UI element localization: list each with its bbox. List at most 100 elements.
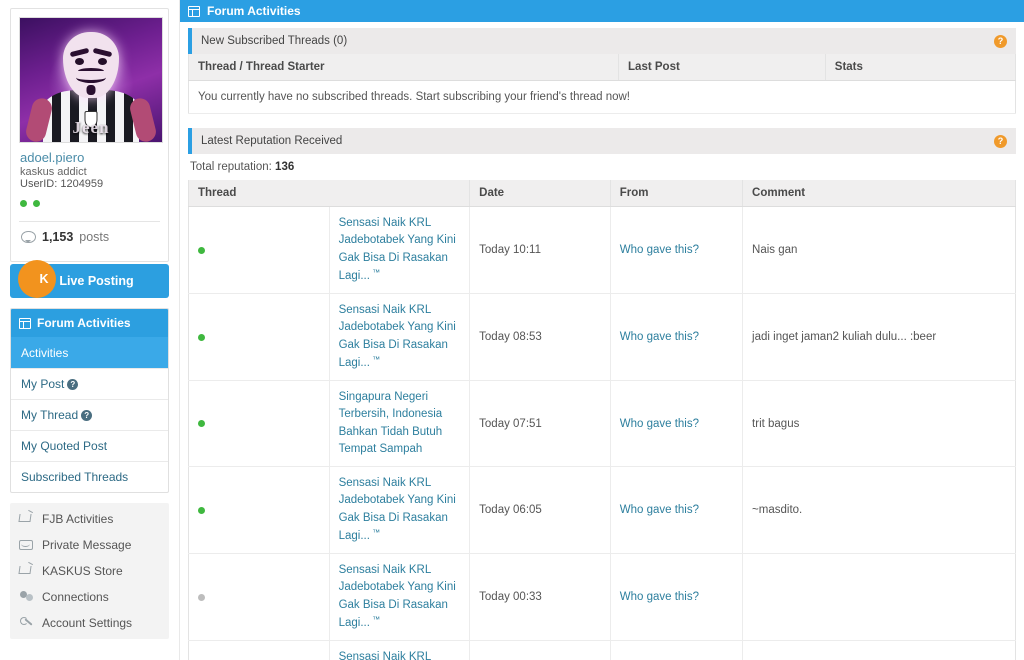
- nav-header-forum-activities[interactable]: Forum Activities: [11, 309, 168, 337]
- profile-title: kaskus addict: [20, 166, 87, 178]
- thread-link[interactable]: Sensasi Naik KRL Jadebotabek Yang Kini G…: [339, 215, 461, 285]
- main-header: Forum Activities: [180, 0, 1024, 22]
- live-posting-button[interactable]: K Live Posting: [10, 262, 169, 298]
- trademark-glyph: ™: [369, 527, 381, 537]
- help-icon[interactable]: ?: [994, 134, 1007, 148]
- status-dot: [198, 333, 205, 341]
- reputation-header: Latest Reputation Received ?: [188, 128, 1016, 154]
- status-dot-cell: [188, 553, 330, 641]
- status-dot-cell: [188, 380, 330, 467]
- empty-state-message: You currently have no subscribed threads…: [188, 80, 1016, 114]
- date-cell: Today 06:05: [469, 466, 611, 554]
- thread-link[interactable]: Sensasi Naik KRL Jadebotabek Yang Kini G…: [339, 562, 461, 632]
- profile-userid: UserID: 1204959: [20, 178, 104, 190]
- kaskus-k-glyph: K: [39, 272, 49, 286]
- comment-cell: trit bagus: [742, 380, 1016, 467]
- sidebar-item-subscribed-threads[interactable]: Subscribed Threads: [11, 461, 168, 492]
- secondary-nav: FJB Activities Private Message KASKUS St…: [10, 503, 169, 639]
- who-gave-this-link[interactable]: Who gave this?: [620, 504, 699, 516]
- thread-link[interactable]: Sensasi Naik KRL Jadebotabek Yang Kini G…: [339, 475, 461, 545]
- comment-cell: jadi inget jaman2 kuliah dulu... :beer: [742, 293, 1016, 381]
- sidebar-item-account-settings[interactable]: Account Settings: [10, 610, 169, 636]
- date-cell: Yesterday 22:52: [469, 640, 611, 660]
- posts-label: posts: [79, 230, 110, 244]
- wrench-icon: [19, 616, 34, 630]
- table-row: Sensasi Naik KRL Jadebotabek Yang Kini G…: [188, 206, 1016, 294]
- date-cell: Today 07:51: [469, 380, 611, 467]
- from-cell: Who gave this?: [610, 553, 744, 641]
- speech-bubble-icon: [21, 231, 36, 243]
- guy-fawkes-mask-icon: [63, 32, 119, 98]
- trademark-glyph: ™: [369, 267, 381, 277]
- table-row: Sensasi Naik KRL Jadebotabek Yang Kini G…: [188, 466, 1016, 554]
- thread-cell: Sensasi Naik KRL Jadebotabek Yang Kini G…: [329, 206, 471, 294]
- comment-cell: [742, 640, 1016, 660]
- who-gave-this-link[interactable]: Who gave this?: [620, 591, 699, 603]
- table-row: Sensasi Naik KRL Jadebotabek Yang Kini G…: [188, 293, 1016, 381]
- reputation-dot: [33, 200, 41, 207]
- table-row: Singapura Negeri Terbersih, Indonesia Ba…: [188, 380, 1016, 467]
- status-dot: [198, 420, 205, 427]
- thread-cell: Sensasi Naik KRL Jadebotabek Yang Kini G…: [329, 553, 471, 641]
- table-row: Sensasi Naik KRL Jadebotabek Yang Kini G…: [188, 553, 1016, 641]
- trademark-glyph: ™: [369, 354, 381, 364]
- column-header-last-post: Last Post: [618, 54, 826, 81]
- thread-link[interactable]: Sensasi Naik KRL Jadebotabek Yang Kini G…: [339, 649, 461, 660]
- nav-header-label: Forum Activities: [37, 316, 131, 330]
- column-header-from: From: [610, 180, 744, 207]
- status-dot: [198, 506, 205, 514]
- reputation-table: Thread Date From Comment Sensasi Naik KR…: [188, 180, 1016, 660]
- sidebar-item-label: Account Settings: [42, 616, 133, 630]
- subscribed-threads-header: New Subscribed Threads (0) ?: [188, 28, 1016, 54]
- table-row: Sensasi Naik KRL Jadebotabek Yang Kini G…: [188, 640, 1016, 660]
- column-header-thread-starter: Thread / Thread Starter: [188, 54, 620, 81]
- page-root: Jeen adoel.piero kaskus addict UserID: 1…: [0, 0, 1024, 660]
- sidebar-item-kaskus-store[interactable]: KASKUS Store: [10, 558, 169, 584]
- help-icon[interactable]: ?: [994, 34, 1007, 48]
- profile-username[interactable]: adoel.piero: [20, 150, 160, 165]
- status-dot-cell: [188, 640, 330, 660]
- from-cell: Who gave this?: [610, 380, 744, 467]
- sidebar-item-private-message[interactable]: Private Message: [10, 532, 169, 558]
- thread-cell: Sensasi Naik KRL Jadebotabek Yang Kini G…: [329, 293, 471, 381]
- cart-icon: [19, 512, 34, 526]
- help-icon[interactable]: ?: [81, 410, 93, 421]
- sidebar-item-fjb-activities[interactable]: FJB Activities: [10, 506, 169, 532]
- envelope-icon: [19, 538, 34, 552]
- sidebar-item-my-thread[interactable]: My Thread?: [11, 399, 168, 430]
- comment-cell: [742, 553, 1016, 641]
- who-gave-this-link[interactable]: Who gave this?: [620, 244, 699, 256]
- cart-icon: [19, 564, 34, 578]
- who-gave-this-link[interactable]: Who gave this?: [620, 418, 699, 430]
- grid-icon: [19, 317, 31, 329]
- who-gave-this-link[interactable]: Who gave this?: [620, 331, 699, 343]
- sidebar-item-label: Private Message: [42, 538, 132, 552]
- thread-link[interactable]: Singapura Negeri Terbersih, Indonesia Ba…: [339, 389, 461, 458]
- sidebar-item-label: Subscribed Threads: [21, 470, 129, 484]
- reputation-table-body: Sensasi Naik KRL Jadebotabek Yang Kini G…: [188, 206, 1016, 660]
- status-dot-cell: [188, 206, 330, 294]
- sidebar-item-activities[interactable]: Activities: [11, 337, 168, 368]
- comment-cell: Nais gan: [742, 206, 1016, 294]
- avatar-watermark: Jeen: [72, 118, 110, 137]
- sidebar-item-connections[interactable]: Connections: [10, 584, 169, 610]
- total-reputation-label: Total reputation:: [190, 161, 272, 173]
- sidebar-item-my-quoted-post[interactable]: My Quoted Post: [11, 430, 168, 461]
- people-icon: [19, 590, 34, 604]
- kaskus-k-icon: K: [20, 262, 54, 296]
- thread-cell: Sensasi Naik KRL Jadebotabek Yang Kini G…: [329, 466, 471, 554]
- status-dot: [198, 593, 205, 601]
- sidebar-item-label: My Post: [21, 377, 65, 391]
- status-dot-cell: [188, 293, 330, 381]
- from-cell: Who gave this?: [610, 466, 744, 554]
- subscribed-threads-table: Thread / Thread Starter Last Post Stats …: [188, 54, 1016, 114]
- sidebar-item-label: Connections: [42, 590, 109, 604]
- subscribed-threads-title: New Subscribed Threads (0): [201, 35, 348, 47]
- help-icon[interactable]: ?: [67, 379, 79, 390]
- sidebar-item-my-post[interactable]: My Post?: [11, 368, 168, 399]
- column-header-stats: Stats: [825, 54, 1016, 81]
- total-reputation: Total reputation: 136: [188, 154, 1016, 180]
- thread-link[interactable]: Sensasi Naik KRL Jadebotabek Yang Kini G…: [339, 302, 461, 372]
- main-content: Forum Activities New Subscribed Threads …: [180, 0, 1024, 660]
- avatar: Jeen: [19, 17, 163, 143]
